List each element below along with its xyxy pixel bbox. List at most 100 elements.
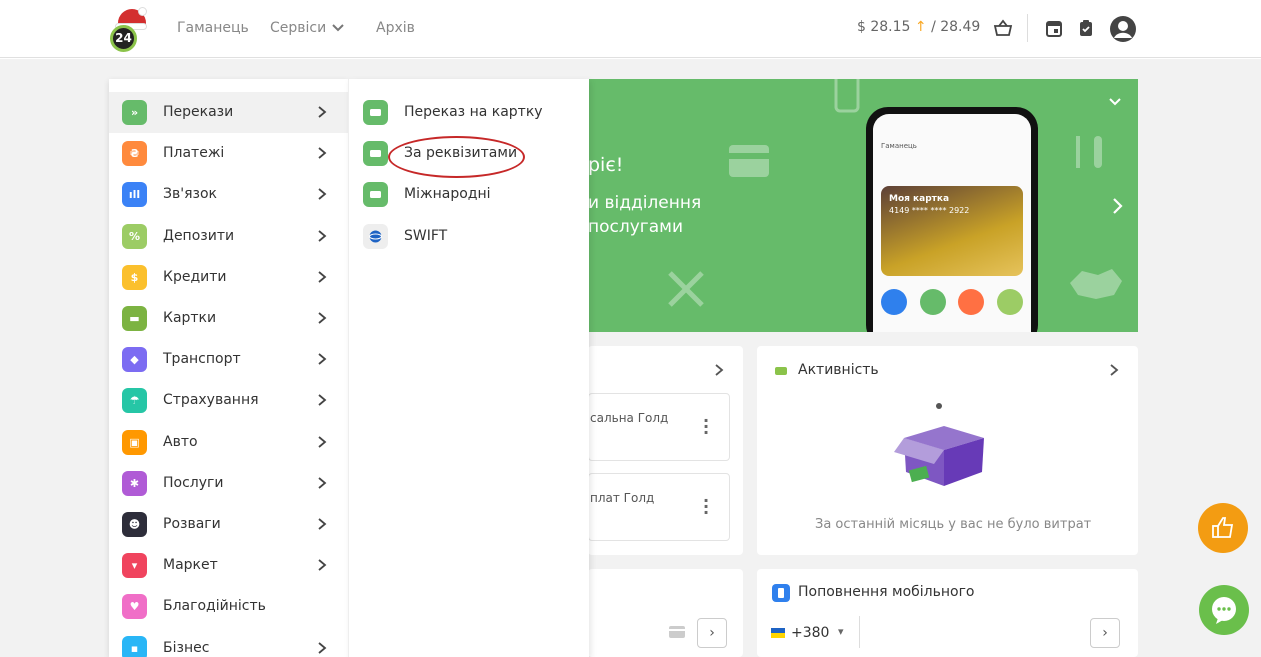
submenu-item[interactable]: SWIFT <box>349 216 590 257</box>
menu-item[interactable]: ıll Зв'язок <box>109 174 348 215</box>
dropdown-arrow-icon[interactable]: ▾ <box>838 625 844 638</box>
activity-empty-text: За останній місяць у вас не було витрат <box>815 517 1092 532</box>
clipboard-icon[interactable] <box>1076 18 1096 38</box>
quick-action-card <box>919 289 946 315</box>
menu-item-label: Авто <box>163 433 198 450</box>
chevron-right-icon <box>318 188 327 201</box>
phone-quick-actions <box>881 289 1023 315</box>
top-bar: 24 Гаманець Сервіси Архів $ 28.15 ↑ / 28… <box>0 0 1261 58</box>
menu-item[interactable]: % Депозити <box>109 216 348 257</box>
more-vertical-icon[interactable]: · · · <box>703 493 709 521</box>
category-icon: % <box>122 223 147 249</box>
category-icon: ▣ <box>122 429 147 455</box>
chevron-right-icon <box>318 394 327 407</box>
logo[interactable]: 24 <box>110 7 148 52</box>
banner-text-2: послугами <box>588 217 684 237</box>
category-icon: ☻ <box>122 512 147 537</box>
card-name: плат Голд <box>590 491 655 505</box>
menu-item[interactable]: ▾ Маркет <box>109 545 348 586</box>
transfer-icon <box>363 182 388 208</box>
cutlery-icon <box>1076 136 1102 168</box>
more-vertical-icon[interactable]: · · · <box>703 413 709 441</box>
phone-mockup: Гаманець Моя картка 4149 **** **** 2922 <box>866 107 1038 332</box>
nav-services[interactable]: Сервіси <box>270 20 326 36</box>
chevron-down-icon[interactable] <box>331 21 345 35</box>
empty-box-illustration <box>894 403 984 486</box>
chevron-right-icon[interactable] <box>713 363 725 377</box>
category-icon: $ <box>122 264 147 290</box>
menu-item[interactable]: ☂ Страхування <box>109 380 348 421</box>
card-icon <box>729 145 769 177</box>
mobile-topup-widget <box>757 569 1138 657</box>
banner-title: ріє! <box>588 154 624 176</box>
submenu-item-label: Переказ на картку <box>404 104 543 120</box>
menu-item[interactable]: ₴ Платежі <box>109 133 348 174</box>
map-icon <box>1070 269 1122 299</box>
mobile-phone-icon <box>772 584 790 602</box>
category-icon: ıll <box>122 182 147 208</box>
topup-next-button[interactable]: › <box>1090 618 1120 648</box>
menu-item-label: Кредити <box>163 268 227 285</box>
balance[interactable]: $ 28.15 ↑ / 28.49 <box>857 19 980 35</box>
menu-item[interactable]: ☻ Розваги <box>109 504 348 545</box>
menu-item-label: Бізнес <box>163 639 210 656</box>
submenu-item-label: Міжнародні <box>404 186 491 203</box>
submenu-item[interactable]: Переказ на картку <box>349 92 590 133</box>
wallet-icon <box>775 367 787 375</box>
menu-item-label: Транспорт <box>163 351 241 368</box>
category-icon: ♥ <box>122 594 147 620</box>
transfer-icon <box>363 141 388 167</box>
balance-value: $ 28.15 <box>857 19 911 35</box>
chevron-down-icon[interactable] <box>1108 95 1122 109</box>
phone-card: Моя картка 4149 **** **** 2922 <box>881 186 1023 276</box>
menu-item[interactable]: ♥ Благодійність <box>109 586 348 627</box>
chevron-right-icon <box>318 435 327 448</box>
country-code[interactable]: +380 <box>791 625 829 641</box>
globe-icon <box>363 223 388 249</box>
calendar-icon[interactable] <box>1044 18 1064 38</box>
chevron-right-icon <box>318 229 327 242</box>
tools-icon <box>668 271 704 307</box>
card-name: сальна Голд <box>590 411 669 425</box>
category-icon: » <box>122 100 147 125</box>
menu-item-label: Послуги <box>163 474 224 491</box>
feedback-button[interactable] <box>1198 503 1248 553</box>
chevron-right-icon <box>318 477 327 489</box>
menu-item[interactable]: $ Кредити <box>109 257 348 298</box>
quick-action-deposits <box>996 289 1023 315</box>
menu-item-label: Перекази <box>163 104 234 120</box>
menu-item[interactable]: ✱ Послуги <box>109 463 348 504</box>
nav-wallet[interactable]: Гаманець <box>177 20 249 36</box>
basket-icon[interactable] <box>993 18 1013 38</box>
chevron-right-icon <box>318 106 327 118</box>
phone-outline-icon <box>834 79 860 113</box>
trend-up-icon: ↑ <box>914 19 927 35</box>
chevron-right-icon <box>318 353 327 365</box>
chevron-right-icon[interactable] <box>1110 197 1124 215</box>
menu-item[interactable]: » Перекази <box>109 92 348 133</box>
logo-badge: 24 <box>110 25 137 52</box>
category-icon: ✱ <box>122 470 147 496</box>
activity-title[interactable]: Активність <box>798 362 879 378</box>
menu-item-label: Платежі <box>163 145 225 162</box>
category-icon: ◆ <box>122 347 147 373</box>
menu-item[interactable]: ▬ Картки <box>109 298 348 339</box>
chat-button[interactable] <box>1199 585 1249 635</box>
submenu-item[interactable]: Міжнародні <box>349 174 590 215</box>
nav-archive[interactable]: Архів <box>376 20 415 36</box>
category-icon: ₴ <box>122 141 147 167</box>
banner-text-1: и відділення <box>588 193 702 213</box>
quick-action-topup <box>881 289 907 315</box>
menu-item[interactable]: ▣ Авто <box>109 422 348 463</box>
menu-item[interactable]: ◆ Транспорт <box>109 339 348 380</box>
menu-item[interactable]: ▪ Бізнес <box>109 628 348 657</box>
next-button[interactable]: › <box>697 618 727 648</box>
menu-item-label: Благодійність <box>163 598 266 615</box>
phone-wallet-label: Гаманець <box>881 142 917 150</box>
promo-banner[interactable]: ріє! и відділення послугами Гаманець Моя… <box>588 79 1138 332</box>
thumbs-up-icon <box>1212 517 1234 538</box>
chevron-right-icon[interactable] <box>1108 363 1120 377</box>
user-avatar-icon[interactable] <box>1109 15 1137 43</box>
card-icon <box>669 626 685 638</box>
menu-item-label: Депозити <box>163 227 235 244</box>
